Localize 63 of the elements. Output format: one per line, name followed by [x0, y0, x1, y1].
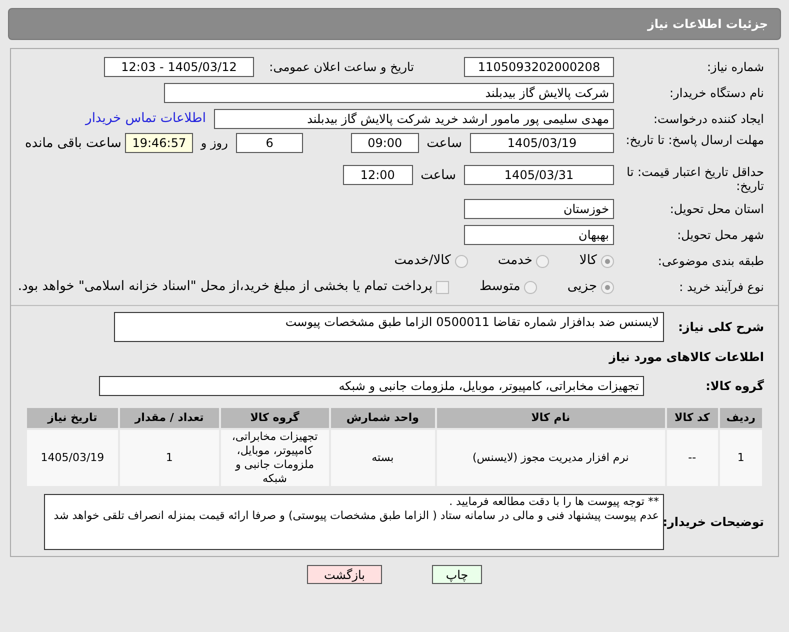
field-label: شماره نیاز:	[706, 60, 764, 74]
column-header: گروه کالا	[220, 407, 330, 429]
radio-button[interactable]	[536, 254, 550, 268]
column-header: تعداد / مقدار	[118, 407, 220, 429]
deadline-time-field: 09:00	[351, 133, 419, 153]
deadline-date-field: 1405/03/19	[470, 133, 614, 153]
radio-button[interactable]	[601, 280, 614, 294]
radio-button[interactable]	[454, 254, 468, 268]
treasury-label: پرداخت تمام یا بخشی از مبلغ خرید،از محل "اسناد خزانه اسلامی" خواهد بود.	[18, 278, 432, 296]
remaining-time-field: 19:46:57	[125, 133, 193, 153]
time-label: ساعت	[426, 135, 462, 153]
remaining-label: ساعت باقی مانده	[24, 135, 122, 153]
radio-button[interactable]	[601, 254, 614, 268]
option-label: متوسط	[479, 278, 520, 296]
column-header: واحد شمارش	[330, 407, 436, 429]
field-label: حداقل تاریخ اعتبار قیمت: تا تاریخ:	[626, 165, 764, 193]
buyer-field: شرکت پالایش گاز بیدبلند	[164, 83, 614, 103]
field-label: طبقه بندی موضوعی:	[656, 254, 764, 268]
field-label: گروه کالا:	[704, 378, 764, 395]
back-button[interactable]: بازگشت	[307, 565, 382, 584]
column-header: تاریخ نیاز	[26, 407, 119, 429]
column-header: کد کالا	[666, 407, 719, 429]
table-cell: 1	[118, 429, 220, 487]
table-cell: تجهیزات مخابراتی، کامپیوتر، موبایل، ملزومات جانبی و شبکه	[220, 429, 330, 487]
province-field: خوزستان	[464, 199, 614, 219]
field-label: ایجاد کننده درخواست:	[652, 112, 764, 126]
field-label: تاریخ و ساعت اعلان عمومی:	[268, 60, 414, 74]
section-heading: اطلاعات کالاهای مورد نیاز	[608, 349, 764, 366]
column-header: نام کالا	[436, 407, 666, 429]
print-button[interactable]: چاپ	[432, 565, 482, 584]
option-label: خدمت	[498, 252, 532, 270]
field-label: مهلت ارسال پاسخ: تا تاریخ:	[624, 133, 764, 147]
description-field[interactable]: لایسنس ضد بدافزار شماره تقاضا 0500011 الزاما طبق مشخصات پیوست	[114, 312, 664, 342]
radio-button[interactable]	[524, 280, 538, 294]
option-label: کالا	[579, 252, 597, 270]
goods-group-field: تجهیزات مخابراتی، کامپیوتر، موبایل، ملزومات جانبی و شبکه	[99, 376, 644, 396]
column-header: ردیف	[718, 407, 763, 429]
notes-field[interactable]: ** توجه پیوست ها را با دقت مطالعه فرمایید . عدم پیوست پیشنهاد فنی و مالی در سامانه ستاد ( الزاما طبق مشخصات پیوستی) و صرفا ارائه قیمت بمنزله انصراف تلقی خواهد شد	[44, 494, 664, 550]
need-number-field: 1105093202000208	[464, 57, 614, 77]
table-cell: نرم افزار مدیریت مجوز (لایسنس)	[436, 429, 666, 487]
field-label: استان محل تحویل:	[668, 202, 764, 216]
table-cell: 1	[718, 429, 763, 487]
validity-date-field: 1405/03/31	[464, 165, 614, 185]
validity-time-field: 12:00	[342, 165, 413, 185]
field-label: توضیحات خریدار:	[664, 514, 764, 531]
checkbox[interactable]	[436, 280, 450, 294]
days-label: روز و	[200, 135, 228, 152]
field-label: شرح کلی نیاز:	[677, 319, 764, 336]
time-label: ساعت	[420, 167, 456, 185]
field-label: نام دستگاه خریدار:	[668, 86, 764, 100]
option-label: جزیی	[567, 278, 597, 296]
contact-link[interactable]: اطلاعات تماس خریدار	[86, 109, 206, 129]
announce-date-field: 1405/03/12 - 12:03	[104, 57, 254, 77]
field-label: شهر محل تحویل:	[676, 228, 764, 242]
city-field: بهبهان	[464, 225, 614, 245]
page-title: جزئیات اطلاعات نیاز	[647, 16, 768, 33]
creator-field: مهدی سلیمی پور مامور ارشد خرید شرکت پالایش گاز بیدبلند	[214, 109, 614, 129]
table-cell: --	[666, 429, 719, 487]
table-cell: 1405/03/19	[26, 429, 119, 487]
option-label: کالا/خدمت	[394, 252, 451, 270]
table-cell: بسته	[330, 429, 436, 487]
days-field: 6	[236, 133, 304, 153]
field-label: نوع فرآیند خرید :	[678, 280, 764, 294]
